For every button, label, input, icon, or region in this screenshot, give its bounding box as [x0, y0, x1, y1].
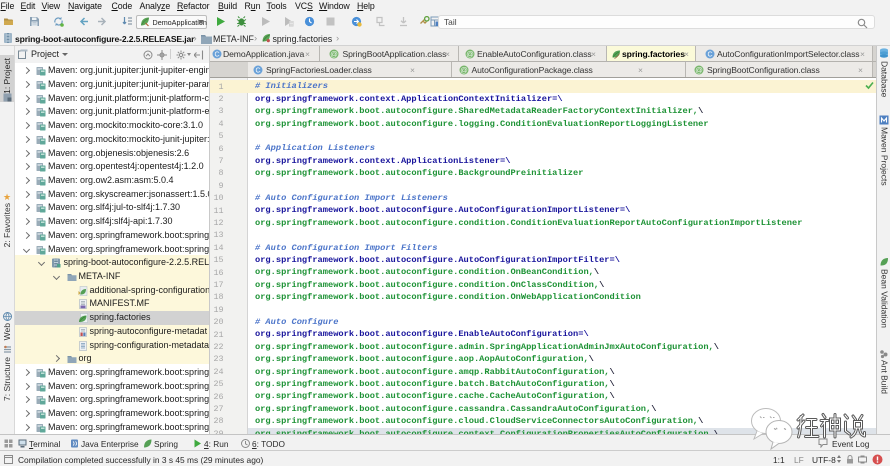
svg-text:@: @: [695, 65, 703, 74]
svg-text:@: @: [466, 49, 474, 58]
svg-text:C: C: [255, 67, 260, 74]
svg-text:@: @: [330, 49, 338, 58]
svg-text:C: C: [214, 51, 219, 58]
svg-text:@: @: [460, 65, 468, 74]
svg-text:C: C: [707, 51, 712, 58]
